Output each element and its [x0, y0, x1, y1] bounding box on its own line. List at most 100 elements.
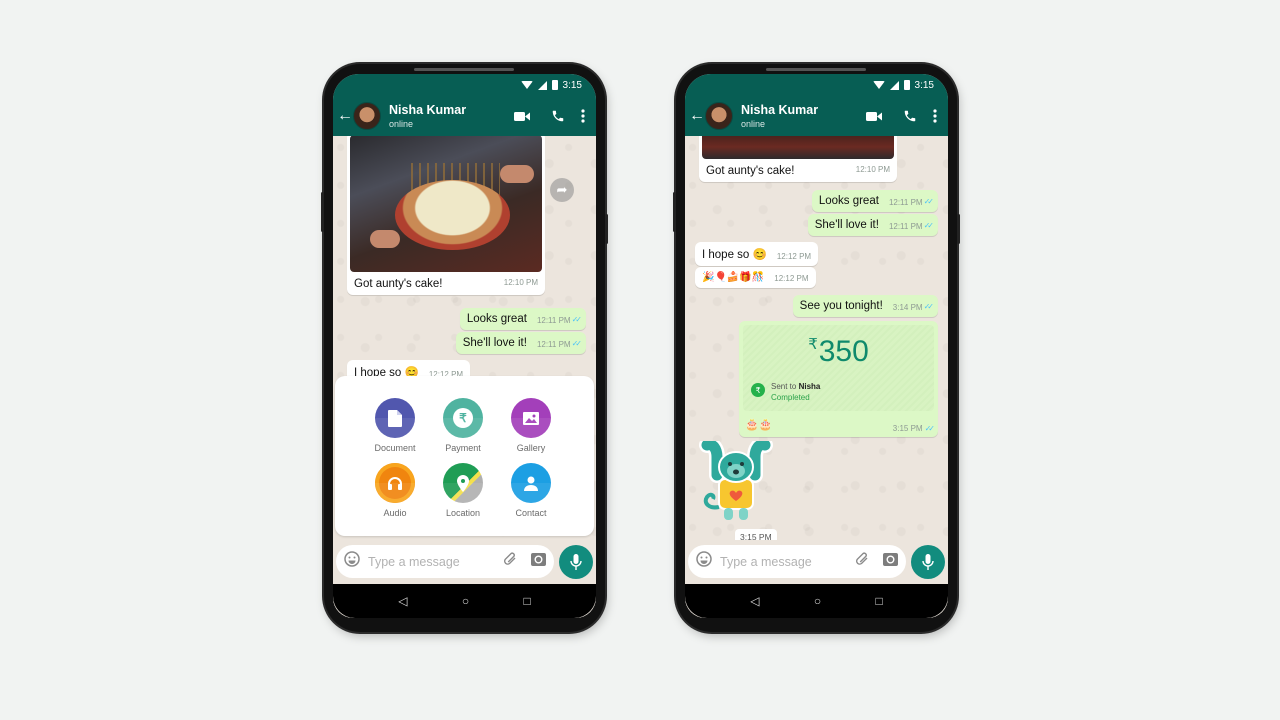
- attach-label: Payment: [445, 443, 481, 453]
- composer: Type a message: [333, 540, 596, 584]
- nav-recents-button[interactable]: □: [876, 594, 883, 608]
- document-icon: [375, 398, 415, 438]
- image-message[interactable]: Got aunty's cake! 12:10 PM: [347, 136, 545, 295]
- more-options-icon[interactable]: [930, 106, 940, 126]
- nav-home-button[interactable]: ○: [814, 594, 821, 608]
- emoji-icon[interactable]: [344, 551, 360, 572]
- status-time: 3:15: [562, 79, 582, 91]
- outgoing-message[interactable]: Looks great 12:11 PM✓✓: [459, 308, 586, 330]
- nav-back-button[interactable]: ◁: [750, 594, 759, 608]
- mic-icon: [570, 554, 582, 570]
- location-icon: [443, 463, 483, 503]
- presence-status: online: [741, 119, 766, 129]
- composer: Type a message: [685, 540, 948, 584]
- power-button: [957, 214, 960, 244]
- read-ticks-icon: ✓✓: [923, 221, 935, 230]
- mic-button[interactable]: [559, 545, 593, 579]
- nav-home-button[interactable]: ○: [462, 594, 469, 608]
- message-input[interactable]: Type a message: [336, 545, 554, 578]
- attach-document[interactable]: Document: [365, 398, 425, 453]
- status-bar: 3:15: [333, 74, 596, 96]
- read-ticks-icon: ✓✓: [571, 315, 583, 324]
- incoming-message[interactable]: 🎉🎈🍰🎁🎊 12:12 PM: [695, 267, 816, 288]
- cake-photo[interactable]: [702, 136, 894, 159]
- message-time: 12:12 PM: [774, 274, 809, 283]
- chat-area[interactable]: Got aunty's cake! 12:10 PM ➦ Looks great…: [333, 136, 596, 540]
- presence-status: online: [389, 119, 414, 129]
- image-message[interactable]: Got aunty's cake! 12:10 PM: [699, 136, 897, 182]
- voice-call-icon[interactable]: [900, 106, 920, 126]
- mic-button[interactable]: [911, 545, 945, 579]
- outgoing-message[interactable]: Looks great 12:11 PM✓✓: [811, 190, 938, 212]
- rupee-icon: ₹: [443, 398, 483, 438]
- wifi-icon: [520, 81, 533, 89]
- sticker-time: 3:15 PM: [735, 529, 777, 540]
- camera-icon[interactable]: [883, 552, 898, 571]
- contact-info[interactable]: Nisha Kumar online: [741, 103, 848, 129]
- payment-amount: ₹350: [808, 335, 869, 368]
- message-input[interactable]: Type a message: [688, 545, 906, 578]
- emoji-icon[interactable]: [696, 551, 712, 572]
- more-options-icon[interactable]: [578, 106, 588, 126]
- attach-contact[interactable]: Contact: [501, 463, 561, 518]
- message-text: She'll love it!: [814, 219, 879, 231]
- wifi-icon: [872, 81, 885, 89]
- monkey-sticker[interactable]: [695, 436, 777, 527]
- incoming-message[interactable]: I hope so 😊 12:12 PM: [695, 242, 819, 266]
- message-time: 12:11 PM: [536, 340, 571, 349]
- chat-area[interactable]: Got aunty's cake! 12:10 PM Looks great 12…: [685, 136, 948, 540]
- signal-icon: [889, 80, 899, 90]
- cake-emojis: 🎂🎂: [745, 419, 773, 431]
- attach-gallery[interactable]: Gallery: [501, 398, 561, 453]
- forward-icon[interactable]: ➦: [550, 178, 574, 202]
- attach-audio[interactable]: Audio: [365, 463, 425, 518]
- volume-button: [321, 192, 324, 232]
- attachment-menu: Document ₹ Payment Gallery Audio Locatio…: [335, 376, 594, 536]
- message-time: 12:12 PM: [776, 252, 812, 261]
- signal-icon: [537, 80, 547, 90]
- contact-name: Nisha Kumar: [741, 103, 819, 117]
- chat-header: ← Nisha Kumar online: [685, 96, 948, 136]
- message-text: Got aunty's cake!: [354, 278, 443, 290]
- message-text: See you tonight!: [799, 300, 883, 312]
- message-time: 12:10 PM: [503, 278, 538, 287]
- attach-icon[interactable]: [503, 552, 517, 571]
- video-call-icon[interactable]: [512, 106, 532, 126]
- payment-message[interactable]: ₹350 ₹ Sent to Nisha Completed 🎂🎂 3:15 P…: [739, 321, 938, 437]
- read-ticks-icon: ✓✓: [923, 302, 935, 311]
- message-time: 3:14 PM: [892, 303, 923, 312]
- message-time: 12:11 PM: [888, 198, 923, 207]
- status-bar: 3:15: [685, 74, 948, 96]
- outgoing-message[interactable]: See you tonight! 3:14 PM✓✓: [792, 295, 938, 317]
- message-text: Looks great: [466, 313, 527, 325]
- message-time: 12:11 PM: [536, 316, 571, 325]
- battery-icon: [551, 80, 558, 90]
- contact-name: Nisha Kumar: [389, 103, 467, 117]
- screen: 3:15 ← Nisha Kumar online Got aunty's ca…: [333, 74, 596, 618]
- back-arrow-icon[interactable]: ←: [337, 107, 353, 125]
- contact-icon: [511, 463, 551, 503]
- payment-recipient: Sent to Nisha: [771, 382, 821, 391]
- outgoing-message[interactable]: She'll love it! 12:11 PM✓✓: [455, 332, 586, 354]
- payment-card[interactable]: ₹350 ₹ Sent to Nisha Completed: [743, 325, 934, 411]
- camera-icon[interactable]: [531, 552, 546, 571]
- outgoing-message[interactable]: She'll love it! 12:11 PM✓✓: [807, 214, 938, 236]
- video-call-icon[interactable]: [864, 106, 884, 126]
- attach-label: Audio: [383, 508, 407, 518]
- attach-icon[interactable]: [855, 552, 869, 571]
- voice-call-icon[interactable]: [548, 106, 568, 126]
- attach-label: Location: [445, 508, 481, 518]
- nav-back-button[interactable]: ◁: [398, 594, 407, 608]
- cake-photo[interactable]: [350, 136, 542, 272]
- battery-icon: [903, 80, 910, 90]
- avatar[interactable]: [353, 102, 381, 130]
- contact-info[interactable]: Nisha Kumar online: [389, 103, 496, 129]
- gallery-icon: [511, 398, 551, 438]
- attach-payment[interactable]: ₹ Payment: [433, 398, 493, 453]
- back-arrow-icon[interactable]: ←: [689, 107, 705, 125]
- message-time: 3:15 PM ✓✓: [892, 424, 935, 433]
- attach-location[interactable]: Location: [433, 463, 493, 518]
- nav-recents-button[interactable]: □: [524, 594, 531, 608]
- message-placeholder: Type a message: [720, 554, 812, 569]
- avatar[interactable]: [705, 102, 733, 130]
